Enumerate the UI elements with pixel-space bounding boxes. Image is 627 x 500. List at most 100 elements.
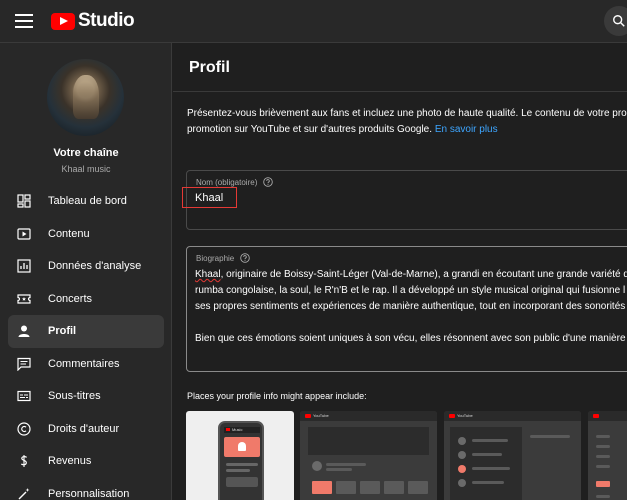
mini-line [472, 481, 504, 484]
sidebar-item-dashboard[interactable]: Tableau de bord [8, 185, 164, 218]
sidebar-item-label: Tableau de bord [48, 195, 127, 208]
phone-line [226, 469, 250, 472]
youtube-studio-logo[interactable]: Studio [51, 10, 135, 32]
analytics-icon [17, 259, 31, 273]
name-field-label-row: Nom (obligatoire) [196, 177, 274, 187]
name-field-label: Nom (obligatoire) [196, 177, 258, 187]
mini-dot [458, 437, 466, 445]
biography-field-label: Biographie [196, 253, 235, 263]
mini-logo-text: YouTube [313, 413, 329, 418]
sidebar-item-label: Concerts [48, 292, 93, 305]
mini-line [530, 435, 570, 438]
mini-line [472, 453, 502, 456]
dashboard-icon [17, 194, 31, 208]
menu-icon[interactable] [15, 14, 33, 28]
sidebar-item-customization[interactable]: Personnalisation [8, 478, 164, 500]
biography-textarea[interactable]: Khaal, originaire de Boissy-Saint-Léger … [195, 267, 627, 347]
sidebar-item-copyright[interactable]: Droits d'auteur [8, 413, 164, 446]
sidebar-item-label: Profil [48, 325, 77, 338]
help-icon[interactable] [240, 253, 251, 263]
mini-youtube-icon [305, 414, 311, 418]
mini-line [596, 455, 610, 458]
sidebar-item-revenue[interactable]: Revenus [8, 445, 164, 478]
bio-line: Khaal, originaire de Boissy-Saint-Léger … [195, 267, 627, 283]
mini-avatar [312, 461, 322, 471]
search-button[interactable] [604, 6, 627, 36]
mini-logo-text: YouTube [457, 413, 473, 418]
mini-header: YouTube [444, 411, 581, 421]
search-icon [613, 15, 625, 27]
mini-line [472, 439, 508, 442]
mini-line [472, 467, 510, 470]
sidebar-item-analytics[interactable]: Données d'analyse [8, 250, 164, 283]
dollar-icon [17, 454, 31, 468]
logo-text: Studio [78, 10, 135, 31]
sidebar-item-label: Droits d'auteur [48, 422, 120, 435]
name-input[interactable]: Khaal [195, 192, 223, 204]
sidebar-item-subtitles[interactable]: Sous-titres [8, 380, 164, 413]
mini-dot [458, 451, 466, 459]
preview-mobile: Music [186, 411, 294, 500]
page-title: Profil [189, 59, 230, 76]
mini-dot [458, 479, 466, 487]
help-icon[interactable] [263, 177, 274, 187]
mini-video-card [596, 481, 610, 487]
channel-avatar[interactable] [47, 59, 124, 136]
mini-dot-highlight [458, 465, 466, 473]
intro-line-text: promotion sur YouTube et sur d'autres pr… [187, 124, 433, 135]
mini-line [596, 495, 610, 498]
bio-line: Bien que ces émotions soient uniques à s… [195, 333, 626, 344]
biography-field[interactable]: Biographie Khaal, originaire de Boissy-S… [186, 246, 627, 372]
youtube-play-icon [51, 12, 75, 30]
sidebar-item-profile[interactable]: Profil [8, 315, 164, 348]
phone-logo-text: Music [232, 427, 243, 432]
mini-video-card [312, 481, 332, 494]
subtitles-icon [17, 389, 31, 403]
phone-line [226, 477, 258, 487]
channel-title: Votre chaîne [53, 147, 119, 159]
bio-field-label-row: Biographie [196, 253, 251, 263]
phone-mockup: Music [218, 421, 264, 500]
sidebar-item-content[interactable]: Contenu [8, 218, 164, 251]
phone-header: Music [224, 427, 260, 433]
mini-header: YouTube [300, 411, 437, 421]
mini-line [326, 468, 352, 471]
sidebar: Votre chaîne Khaal music Tableau de bord… [0, 43, 172, 500]
main-content: Profil Présentez-vous brièvement aux fan… [173, 43, 627, 500]
person-icon [17, 324, 31, 338]
mini-video-card [384, 481, 404, 494]
preview-desktop-channel: YouTube [300, 411, 437, 500]
mini-line [596, 445, 610, 448]
mini-line [596, 435, 610, 438]
sidebar-item-label: Commentaires [48, 357, 120, 370]
intro-text: Présentez-vous brièvement aux fans et in… [187, 106, 627, 138]
name-field[interactable]: Nom (obligatoire) Khaal [182, 170, 627, 230]
sidebar-item-label: Sous-titres [48, 390, 101, 403]
person-icon [238, 442, 246, 451]
mini-video-card [360, 481, 380, 494]
sidebar-nav: Tableau de bord Contenu Données d'analys… [8, 185, 164, 500]
phone-line [226, 463, 258, 466]
magic-wand-icon [17, 487, 31, 500]
spellcheck-word: Khaal [195, 269, 221, 280]
bio-line: rumba congolaise, la soul, le R'n'B et l… [195, 285, 626, 296]
mini-line [596, 465, 610, 468]
bio-line-text: , originaire de Boissy-Saint-Léger (Val-… [220, 269, 627, 280]
sidebar-item-label: Contenu [48, 227, 90, 240]
mini-line [326, 463, 366, 466]
sidebar-item-concerts[interactable]: Concerts [8, 283, 164, 316]
mini-banner [308, 427, 429, 455]
copyright-icon [17, 422, 31, 436]
channel-name: Khaal music [61, 164, 111, 174]
mini-youtube-icon [449, 414, 455, 418]
places-label: Places your profile info might appear in… [187, 391, 367, 401]
mini-video-card [408, 481, 428, 494]
content-icon [17, 227, 31, 241]
sidebar-item-comments[interactable]: Commentaires [8, 348, 164, 381]
comments-icon [17, 357, 31, 371]
learn-more-link[interactable]: En savoir plus [435, 124, 498, 135]
intro-line: Présentez-vous brièvement aux fans et in… [187, 108, 627, 119]
phone-profile-card [224, 437, 260, 457]
mini-header [588, 411, 627, 421]
mini-video-card [336, 481, 356, 494]
